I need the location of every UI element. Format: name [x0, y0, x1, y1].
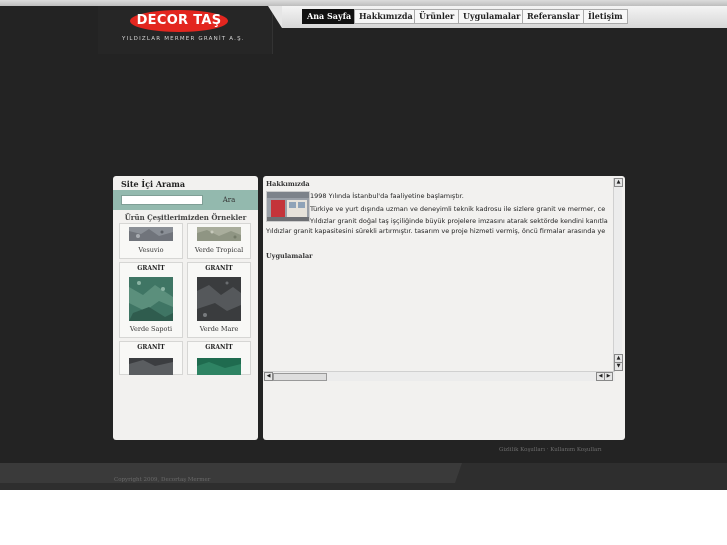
sample-type: GRANİT [137, 344, 165, 351]
applications-heading[interactable]: Uygulamalar [266, 252, 313, 260]
sample-card-verde-mare[interactable]: GRANİT Verde Mare [187, 262, 251, 338]
nav-urunler[interactable]: Ürünler [414, 9, 460, 24]
stone-image [197, 358, 241, 375]
nav-hakkimizda[interactable]: Hakkımızda [354, 9, 418, 24]
sample-card[interactable]: GRANİT [119, 341, 183, 375]
search-button[interactable]: Ara [217, 194, 241, 206]
about-photo [266, 191, 310, 222]
footer-links: Gizlilik Koşulları · Kullanım Koşulları [499, 447, 602, 453]
main-content-panel: Hakkımızda 1998 Yılında İstanbul'da faal… [263, 176, 625, 440]
sample-card-verde-tropical[interactable]: Verde Tropical [187, 223, 251, 259]
about-text-line: Yıldızlar granit doğal taş işçiliğinde b… [310, 217, 608, 225]
search-input[interactable] [121, 195, 203, 205]
storefront-image [267, 192, 309, 221]
page-background: DECOR TAŞ YILDIZLAR MERMER GRANİT A.Ş. A… [0, 0, 727, 490]
navbar-edge [268, 6, 282, 28]
samples-title: Ürün Çeşitlerimizden Örnekler [124, 213, 247, 222]
sample-name: Verde Tropical [194, 246, 244, 254]
nav-ana-sayfa[interactable]: Ana Sayfa [302, 9, 357, 24]
search-bar: Ara [113, 190, 258, 210]
horizontal-scrollbar[interactable]: ◀ ◀ ▶ [263, 371, 615, 381]
copyright-text: Copyright 2009, Decortaş Mermer [114, 477, 211, 483]
about-text-line: Türkiye ve yurt dışında uzman ve deneyim… [310, 205, 606, 213]
terms-link[interactable]: Kullanım Koşulları [550, 447, 601, 453]
site-logo[interactable]: DECOR TAŞ [130, 10, 228, 32]
scroll-right-icon[interactable]: ▶ [604, 372, 613, 381]
stone-image [129, 358, 173, 375]
horizontal-scroll-thumb[interactable] [273, 373, 327, 381]
privacy-link[interactable]: Gizlilik Koşulları [499, 447, 545, 453]
search-title: Site İçi Arama [121, 179, 186, 189]
stone-image [197, 277, 241, 321]
sample-card-verde-sapoti[interactable]: GRANİT Verde Sapoti [119, 262, 183, 338]
stone-image [129, 277, 173, 321]
about-heading[interactable]: Hakkımızda [266, 180, 310, 188]
nav-uygulamalar[interactable]: Uygulamalar [458, 9, 526, 24]
scroll-up-icon[interactable]: ▲ [614, 178, 623, 187]
sample-type: GRANİT [137, 265, 165, 272]
sample-name: Vesuvio [138, 246, 164, 254]
stone-image [197, 227, 241, 241]
content-area: Hakkımızda 1998 Yılında İstanbul'da faal… [263, 176, 613, 370]
stone-image [129, 227, 173, 241]
sample-name: Verde Mare [199, 325, 239, 333]
nav-iletisim[interactable]: İletişim [583, 9, 628, 24]
about-text-line: 1998 Yılında İstanbul'da faaliyetine baş… [310, 192, 464, 200]
sample-type: GRANİT [205, 344, 233, 351]
scroll-down-icon[interactable]: ▼ [614, 362, 623, 371]
nav-referanslar[interactable]: Referanslar [522, 9, 585, 24]
sample-card[interactable]: GRANİT [187, 341, 251, 375]
footer-tab [0, 463, 455, 483]
sample-name: Verde Sapoti [129, 325, 173, 333]
footer-tab-edge [455, 463, 462, 483]
vertical-scrollbar[interactable]: ▲ ▲ ▼ [613, 178, 623, 371]
scroll-left-icon[interactable]: ◀ [264, 372, 273, 381]
sample-card-vesuvio[interactable]: Vesuvio [119, 223, 183, 259]
logo-subtitle: YILDIZLAR MERMER GRANİT A.Ş. [122, 36, 245, 42]
about-text-line: Yıldızlar granit kapasitesini sürekli ar… [266, 227, 606, 235]
sample-type: GRANİT [205, 265, 233, 272]
left-panel: Site İçi Arama Ara Ürün Çeşitlerimizden … [113, 176, 258, 440]
